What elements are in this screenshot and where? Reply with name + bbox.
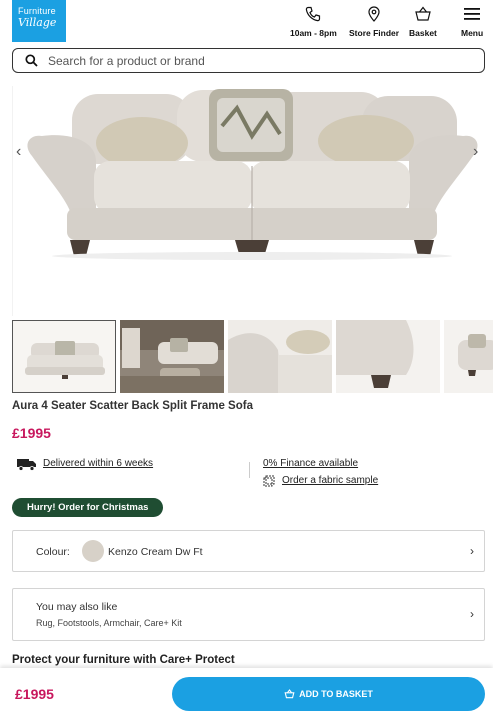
also-like-panel[interactable]: You may also like Rug, Footstools, Armch…: [12, 588, 485, 641]
logo-line-2: Village: [18, 16, 57, 29]
delivery-info-link[interactable]: Delivered within 6 weeks: [43, 458, 153, 469]
fabric-sample-link[interactable]: Order a fabric sample: [282, 475, 378, 486]
basket-icon: [415, 6, 431, 21]
colour-value: Kenzo Cream Dw Ft: [108, 546, 203, 558]
next-image-arrow[interactable]: ›: [473, 143, 478, 161]
store-finder-link[interactable]: Store Finder: [349, 6, 399, 38]
thumbnail-arm-detail[interactable]: [228, 320, 332, 393]
add-to-basket-button[interactable]: ADD TO BASKET: [172, 677, 485, 711]
sticky-price: £1995: [15, 686, 54, 702]
opening-hours-label: 10am - 8pm: [290, 28, 337, 38]
also-like-items: Rug, Footstools, Armchair, Care+ Kit: [36, 618, 182, 628]
previous-image-arrow[interactable]: ‹: [16, 143, 21, 161]
search-bar[interactable]: [12, 48, 485, 73]
basket-link[interactable]: Basket: [409, 6, 437, 38]
thumbnail-room-scene-image: [120, 320, 224, 393]
delivery-truck-icon: [17, 459, 36, 471]
colour-label: Colour:: [36, 546, 70, 558]
thumbnail-sofa-front[interactable]: [12, 320, 116, 393]
menu-label: Menu: [461, 28, 484, 38]
also-like-chevron-right-icon: ›: [470, 607, 474, 621]
opening-hours-link[interactable]: 10am - 8pm: [290, 6, 337, 38]
christmas-badge: Hurry! Order for Christmas: [12, 498, 164, 517]
search-input[interactable]: [48, 53, 448, 68]
phone-icon: [306, 6, 321, 22]
info-divider: [249, 462, 250, 478]
add-to-basket-label: ADD TO BASKET: [299, 689, 373, 699]
site-header: Furniture Village 10am - 8pm Store Finde…: [0, 0, 493, 44]
location-pin-icon: [368, 6, 380, 22]
thumbnail-side-view-image: [444, 320, 493, 393]
hamburger-menu-icon: [464, 8, 481, 20]
thumbnail-room-scene[interactable]: [120, 320, 224, 393]
thumbnail-arm-detail-image: [228, 320, 332, 393]
colour-swatch: [82, 540, 104, 562]
menu-button[interactable]: Menu: [461, 6, 483, 38]
furniture-village-logo[interactable]: Furniture Village: [12, 0, 66, 42]
thumbnail-strip: [12, 320, 493, 394]
basket-label: Basket: [409, 28, 437, 38]
store-finder-label: Store Finder: [349, 28, 400, 38]
thumbnail-sofa-front-image: [13, 321, 115, 392]
sofa-image: [11, 86, 478, 316]
search-icon: [25, 54, 38, 67]
product-title: Aura 4 Seater Scatter Back Split Frame S…: [12, 400, 253, 412]
thumbnail-leg-detail-image: [336, 320, 440, 393]
basket-icon: [284, 689, 295, 699]
fabric-swatch-icon: [263, 475, 275, 487]
sticky-purchase-bar: £1995 ADD TO BASKET: [0, 668, 493, 726]
colour-chevron-right-icon: ›: [470, 544, 474, 558]
thumbnail-side-view[interactable]: [444, 320, 493, 393]
care-protect-heading: Protect your furniture with Care+ Protec…: [12, 654, 235, 666]
product-price: £1995: [12, 425, 51, 441]
thumbnail-leg-detail[interactable]: [336, 320, 440, 393]
product-main-image[interactable]: [11, 86, 493, 316]
also-like-heading: You may also like: [36, 601, 118, 613]
logo-line-1: Furniture: [18, 6, 56, 16]
finance-link[interactable]: 0% Finance available: [263, 458, 358, 469]
colour-selector[interactable]: Colour: Kenzo Cream Dw Ft ›: [12, 530, 485, 572]
